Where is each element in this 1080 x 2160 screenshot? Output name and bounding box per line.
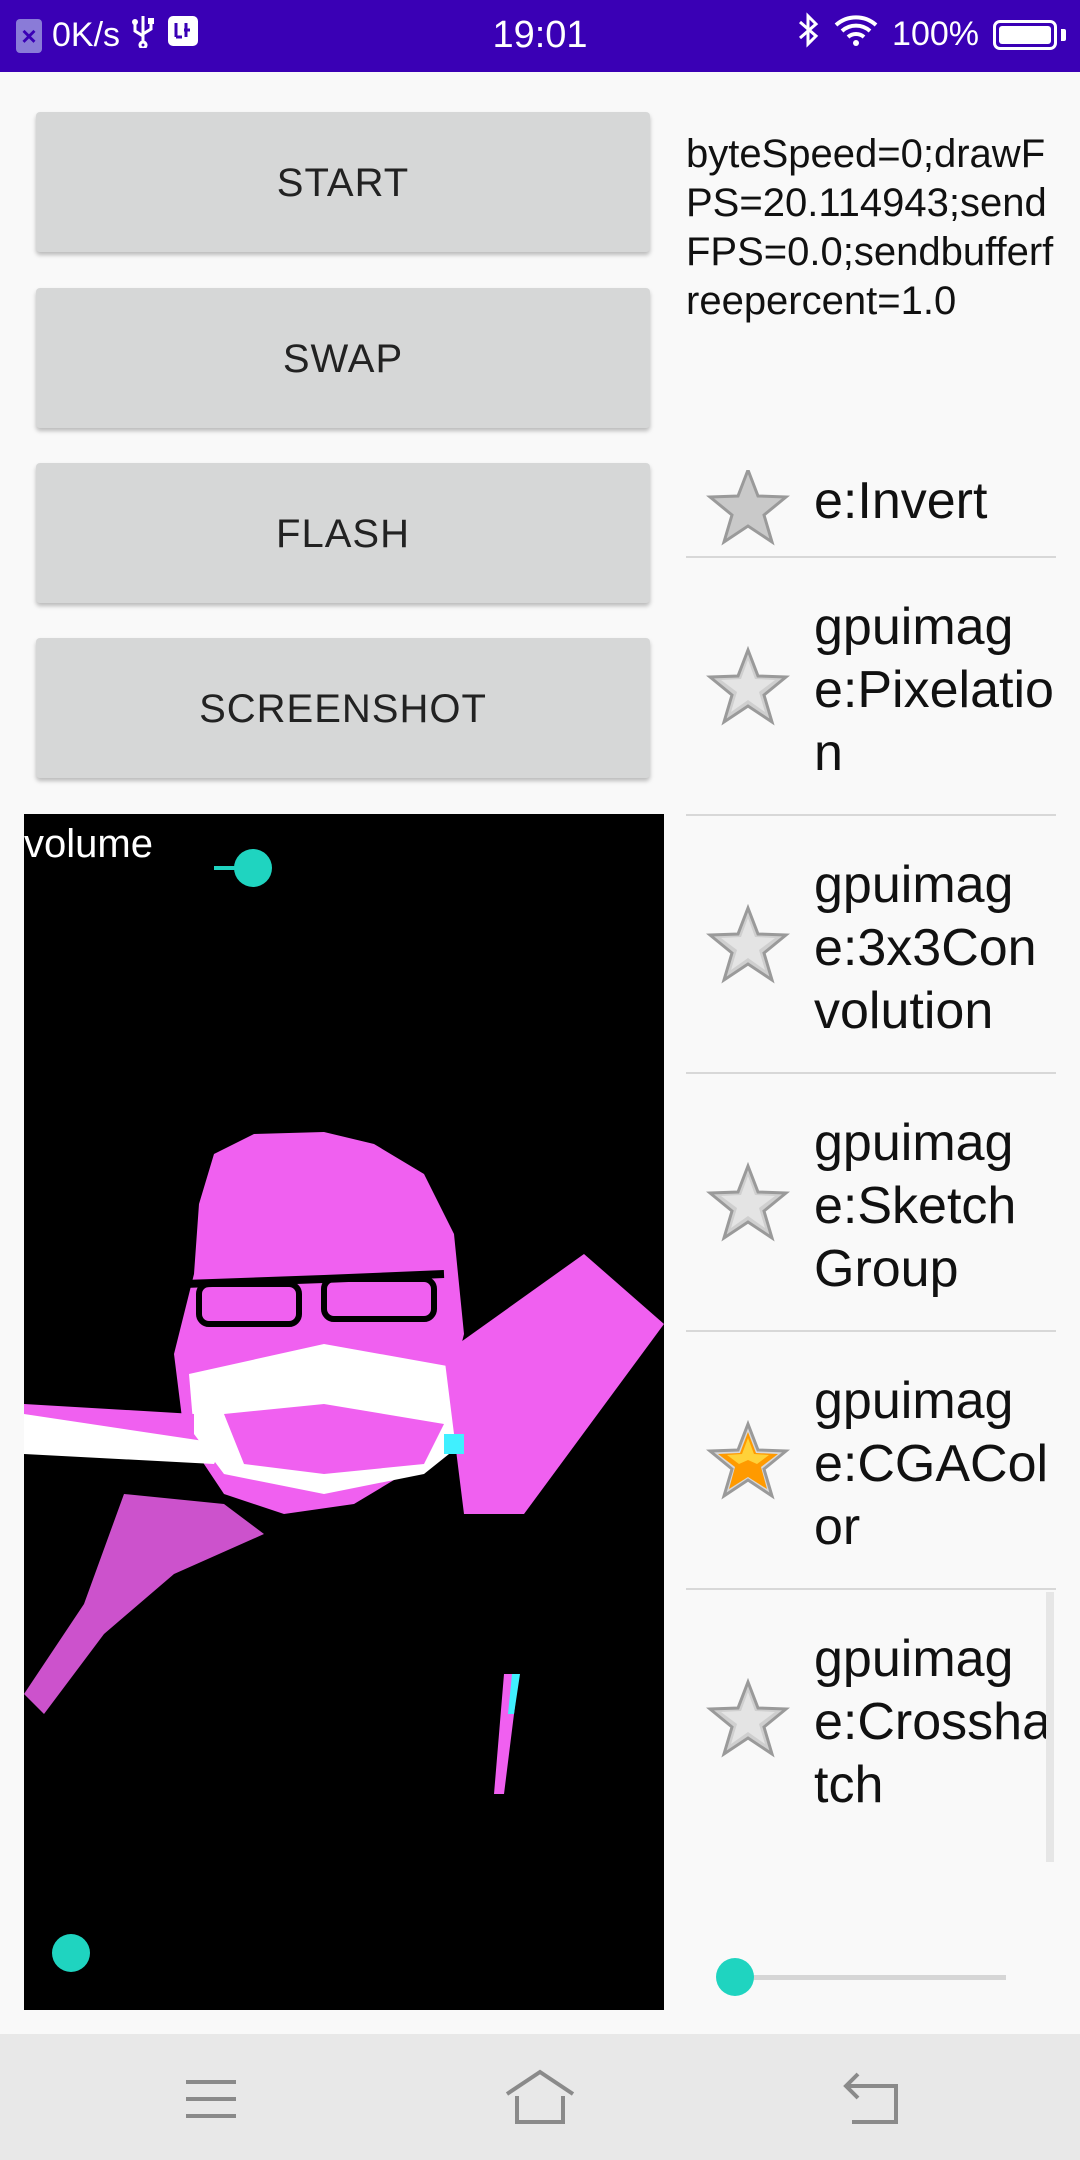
volume-label: volume [24,822,153,866]
back-icon[interactable] [824,2064,914,2134]
volume-slider-thumb[interactable] [234,849,272,887]
wifi-icon [834,13,878,56]
list-item[interactable]: e:Invert [686,470,1056,558]
start-button[interactable]: START [36,112,650,252]
list-item-label: gpuimage:CGAColor [814,1372,1049,1556]
battery-tip [1061,28,1066,41]
list-item[interactable]: gpuimage:Pixelation [686,558,1056,816]
star-outline-icon[interactable] [706,646,790,726]
preview-slider-thumb[interactable] [52,1934,90,1972]
camera-preview[interactable]: volume [24,814,664,2010]
list-item[interactable]: gpuimage:SketchGroup [686,1074,1056,1332]
flash-button[interactable]: FLASH [36,463,650,603]
list-item[interactable]: gpuimage:3x3Convolution [686,816,1056,1074]
swap-button[interactable]: SWAP [36,288,650,428]
list-item-label: gpuimage:Pixelation [814,598,1054,782]
menu-icon[interactable] [166,2064,256,2134]
battery-percent: 100% [892,15,979,53]
slider-track[interactable] [736,1975,1006,1980]
list-item[interactable]: gpuimage:Crosshatch [686,1590,1056,1846]
screenshot-button[interactable]: SCREENSHOT [36,638,650,778]
star-outline-icon[interactable] [706,1678,790,1758]
list-scrollbar[interactable] [1046,1592,1054,1862]
bluetooth-icon [796,12,820,57]
navigation-bar [0,2034,1080,2160]
status-right: 100% [796,12,1066,57]
filter-intensity-slider[interactable] [716,1938,1006,2018]
slider-thumb[interactable] [716,1958,754,1996]
stats-text: byteSpeed=0;drawFPS=20.114943;sendFPS=0.… [686,132,1054,323]
list-item-label: e:Invert [814,472,988,530]
battery-icon [993,19,1057,50]
star-outline-icon[interactable] [706,470,790,546]
list-item-label: gpuimage:Crosshatch [814,1630,1051,1814]
star-filled-icon[interactable] [706,1420,790,1500]
list-item-label: gpuimage:SketchGroup [814,1114,1017,1298]
star-outline-icon[interactable] [706,1162,790,1242]
filter-list[interactable]: e:Invert gpuimage:Pixelation gpuimage:3x… [686,470,1056,1880]
preview-frame [24,1132,664,1794]
home-icon[interactable] [495,2064,585,2134]
status-bar: × 0K/s 19:01 100% [0,0,1080,72]
list-item-label: gpuimage:3x3Convolution [814,856,1037,1040]
star-outline-icon[interactable] [706,904,790,984]
list-item[interactable]: gpuimage:CGAColor [686,1332,1056,1590]
